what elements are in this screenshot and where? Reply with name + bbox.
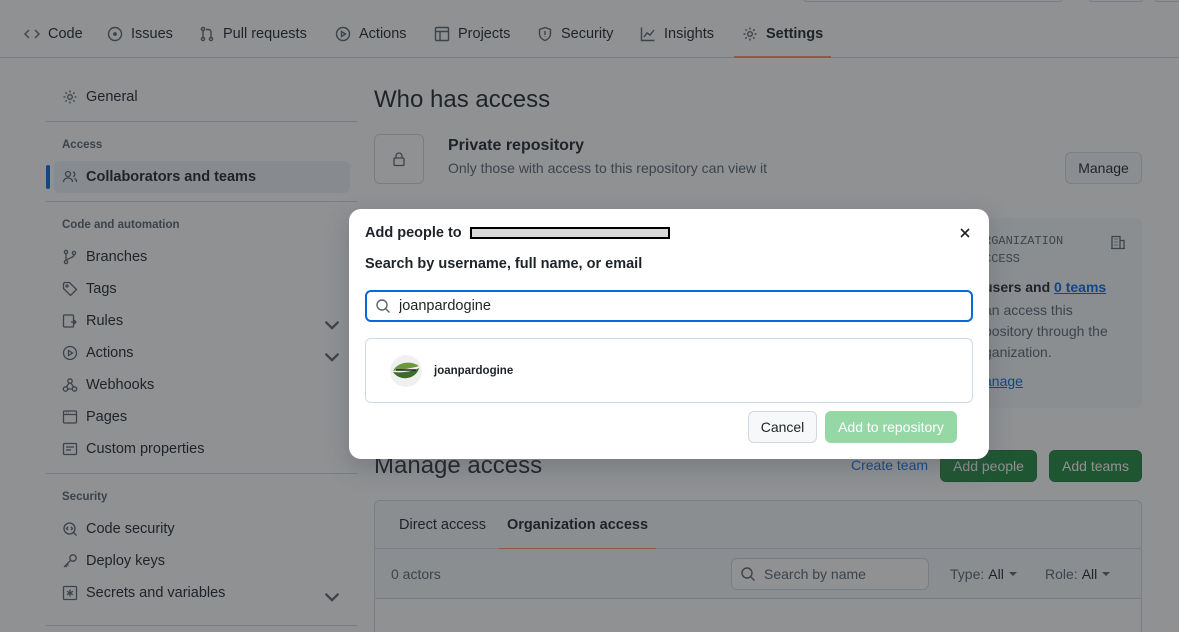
close-icon[interactable] <box>957 225 973 241</box>
redacted-repo-name <box>469 227 670 239</box>
search-result-item[interactable]: joanpardogine <box>365 338 973 403</box>
user-search-input[interactable] <box>399 298 939 314</box>
cancel-button[interactable]: Cancel <box>748 411 817 443</box>
avatar <box>390 354 422 387</box>
search-label: Search by username, full name, or email <box>365 256 643 272</box>
result-username: joanpardogine <box>434 364 514 377</box>
search-icon <box>376 299 390 313</box>
user-search-field[interactable] <box>365 290 973 322</box>
add-to-repository-button[interactable]: Add to repository <box>825 411 957 443</box>
page: Code Issues Pull requests Actions Projec… <box>0 0 1179 632</box>
dialog-title: Add people to <box>365 225 670 241</box>
add-people-dialog: Add people to Search by username, full n… <box>349 209 989 459</box>
